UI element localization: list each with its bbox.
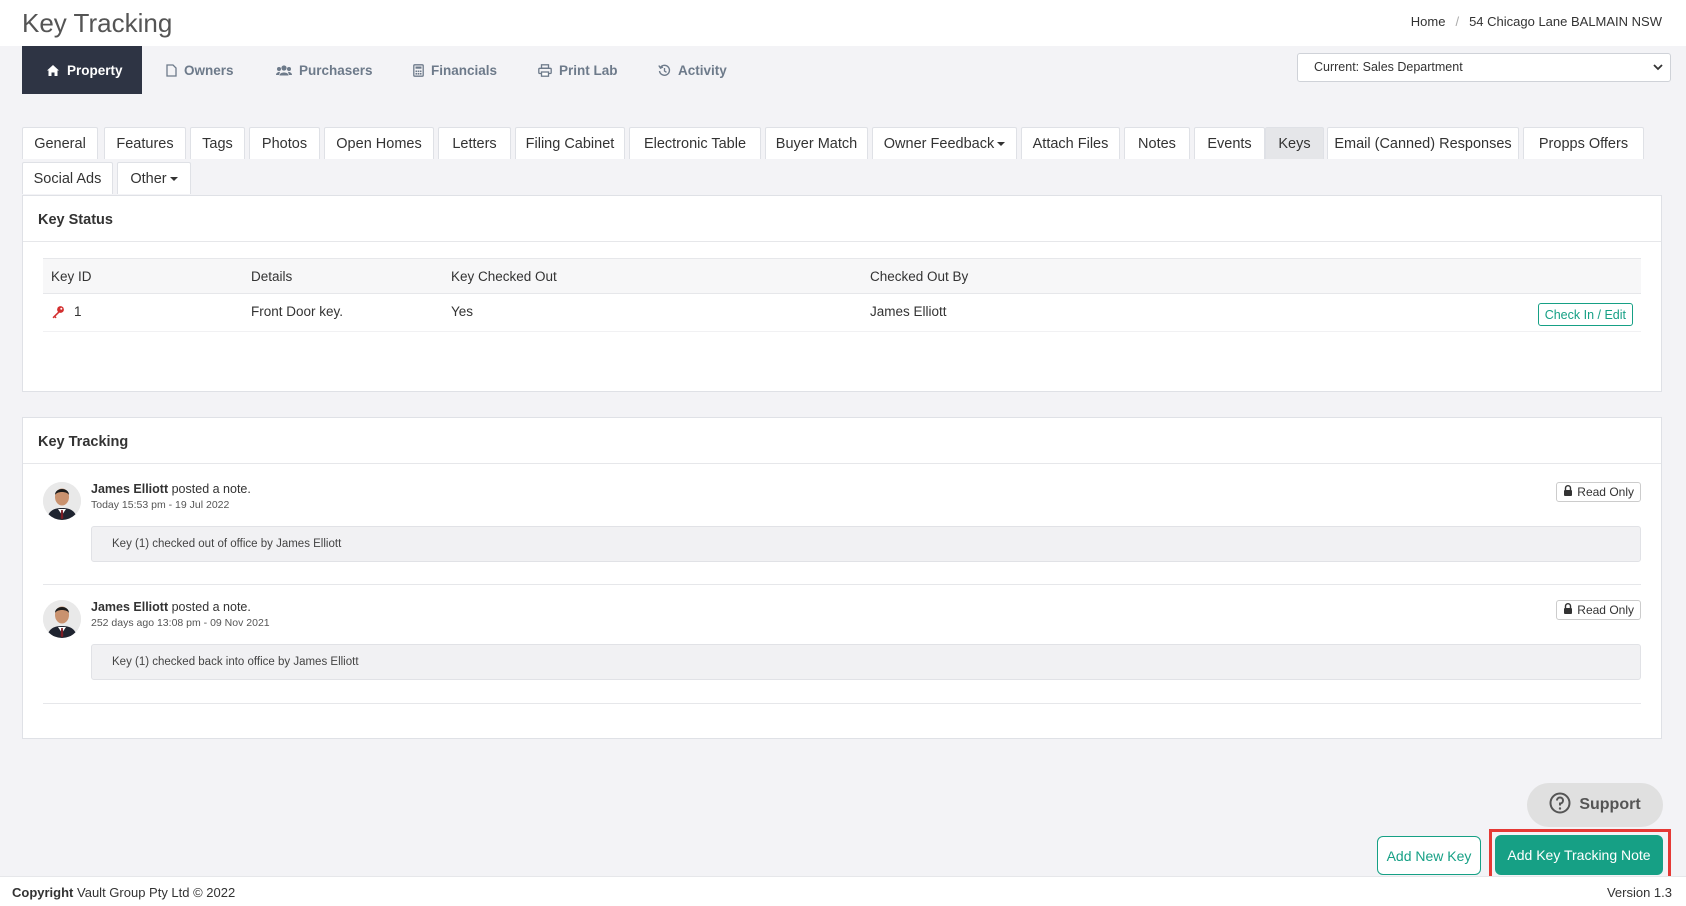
document-icon (166, 63, 177, 77)
breadcrumb-property: 54 Chicago Lane BALMAIN NSW (1469, 14, 1662, 29)
key-status-panel: Key Status Key ID Details Key Checked Ou… (22, 195, 1662, 392)
table-header: Key ID Details Key Checked Out Checked O… (43, 258, 1641, 294)
note-timestamp: 252 days ago 13:08 pm - 09 Nov 2021 (91, 617, 270, 629)
copyright-label: Copyright (12, 885, 74, 900)
department-select[interactable]: Current: Sales Department (1297, 53, 1671, 82)
note-item: James Elliott posted a note. 252 days ag… (43, 600, 1641, 700)
key-checked-out-by: James Elliott (870, 304, 947, 319)
key-details: Front Door key. (251, 304, 344, 319)
add-new-key-button[interactable]: Add New Key (1377, 836, 1481, 875)
read-only-badge: Read Only (1556, 600, 1641, 620)
tab-attach-files[interactable]: Attach Files (1021, 127, 1120, 159)
home-icon (46, 64, 60, 77)
users-icon (276, 64, 292, 76)
divider (43, 584, 1641, 585)
calculator-icon (413, 63, 424, 77)
breadcrumb-home[interactable]: Home (1411, 14, 1446, 29)
key-id: 1 (74, 304, 82, 319)
nav-item-activity[interactable]: Activity (658, 46, 727, 94)
tab-other[interactable]: Other (117, 162, 191, 194)
nav-item-print-lab[interactable]: Print Lab (538, 46, 618, 94)
tab-photos[interactable]: Photos (249, 127, 320, 159)
question-circle-icon (1549, 792, 1571, 819)
lock-icon (1563, 485, 1573, 499)
nav-item-financials[interactable]: Financials (413, 46, 497, 94)
tab-general[interactable]: General (22, 127, 98, 159)
note-header: James Elliott posted a note. (91, 600, 251, 614)
copyright: Copyright Vault Group Pty Ltd © 2022 (12, 885, 235, 900)
key-status-table: Key ID Details Key Checked Out Checked O… (43, 258, 1641, 332)
note-verb: posted a note. (171, 600, 251, 614)
column-details: Details (251, 269, 293, 284)
note-author: James Elliott (91, 482, 169, 496)
read-only-label: Read Only (1577, 603, 1634, 617)
nav-label: Financials (431, 62, 498, 78)
lock-icon (1563, 603, 1573, 617)
tab-propps-offers[interactable]: Propps Offers (1523, 127, 1644, 159)
check-in-edit-button[interactable]: Check In / Edit (1537, 303, 1633, 326)
version: Version 1.3 (1606, 885, 1672, 900)
avatar (43, 482, 81, 520)
copyright-text: Vault Group Pty Ltd © 2022 (77, 885, 236, 900)
nav-label: Print Lab (559, 62, 618, 78)
nav-item-purchasers[interactable]: Purchasers (276, 46, 373, 94)
tab-events[interactable]: Events (1194, 127, 1265, 159)
add-key-tracking-note-button[interactable]: Add Key Tracking Note (1495, 835, 1663, 875)
table-row: 1 Front Door key. Yes James Elliott Chec… (43, 294, 1641, 332)
read-only-label: Read Only (1577, 485, 1634, 499)
tab-electronic-table[interactable]: Electronic Table (629, 127, 761, 159)
note-body: Key (1) checked back into office by Jame… (91, 644, 1641, 680)
key-tracking-panel: Key Tracking James Elliott posted a note… (22, 417, 1662, 739)
tab-social-ads[interactable]: Social Ads (22, 162, 113, 194)
nav-label: Owners (184, 62, 234, 78)
tab-owner-feedback[interactable]: Owner Feedback (872, 127, 1017, 159)
note-author: James Elliott (91, 600, 169, 614)
note-item: James Elliott posted a note. Today 15:53… (43, 482, 1641, 582)
chevron-down-icon (1652, 59, 1664, 78)
nav-label: Purchasers (299, 62, 373, 78)
page-title: Key Tracking (22, 8, 173, 38)
nav-item-owners[interactable]: Owners (166, 46, 234, 94)
breadcrumb: Home/54 Chicago Lane BALMAIN NSW (1410, 14, 1662, 29)
support-button[interactable]: Support (1527, 783, 1663, 827)
column-checked-out-by: Checked Out By (870, 269, 969, 284)
top-bar: Key Tracking Home/54 Chicago Lane BALMAI… (0, 0, 1686, 46)
tab-tags[interactable]: Tags (190, 127, 245, 159)
tab-buyer-match[interactable]: Buyer Match (765, 127, 868, 159)
key-tracking-title: Key Tracking (23, 418, 1661, 464)
tab-letters[interactable]: Letters (438, 127, 511, 159)
nav-label: Activity (678, 62, 727, 78)
key-status-title: Key Status (23, 196, 1661, 242)
caret-down-icon (169, 176, 178, 181)
note-body: Key (1) checked out of office by James E… (91, 526, 1641, 562)
tab-label: Other (130, 170, 167, 187)
tab-notes[interactable]: Notes (1124, 127, 1190, 159)
tab-filing-cabinet[interactable]: Filing Cabinet (515, 127, 625, 159)
printer-icon (538, 63, 552, 77)
divider (43, 703, 1641, 704)
note-header: James Elliott posted a note. (91, 482, 251, 496)
caret-down-icon (997, 141, 1006, 146)
avatar (43, 600, 81, 638)
key-icon (51, 305, 65, 322)
footer: Copyright Vault Group Pty Ltd © 2022 Ver… (0, 876, 1686, 906)
read-only-badge: Read Only (1556, 482, 1641, 502)
key-checked-out: Yes (451, 304, 474, 319)
nav-label: Property (67, 62, 123, 78)
tab-email-canned-responses[interactable]: Email (Canned) Responses (1327, 127, 1519, 159)
column-key-checked-out: Key Checked Out (451, 269, 557, 284)
history-icon (658, 64, 671, 77)
tab-label: Owner Feedback (883, 135, 995, 152)
department-select-value: Current: Sales Department (1314, 60, 1463, 74)
note-verb: posted a note. (171, 482, 251, 496)
tab-features[interactable]: Features (104, 127, 186, 159)
tab-open-homes[interactable]: Open Homes (324, 127, 434, 159)
nav-item-property[interactable]: Property (22, 46, 142, 94)
column-key-id: Key ID (51, 269, 92, 284)
support-label: Support (1579, 796, 1641, 813)
tab-keys[interactable]: Keys (1265, 127, 1324, 159)
note-timestamp: Today 15:53 pm - 19 Jul 2022 (91, 499, 230, 511)
